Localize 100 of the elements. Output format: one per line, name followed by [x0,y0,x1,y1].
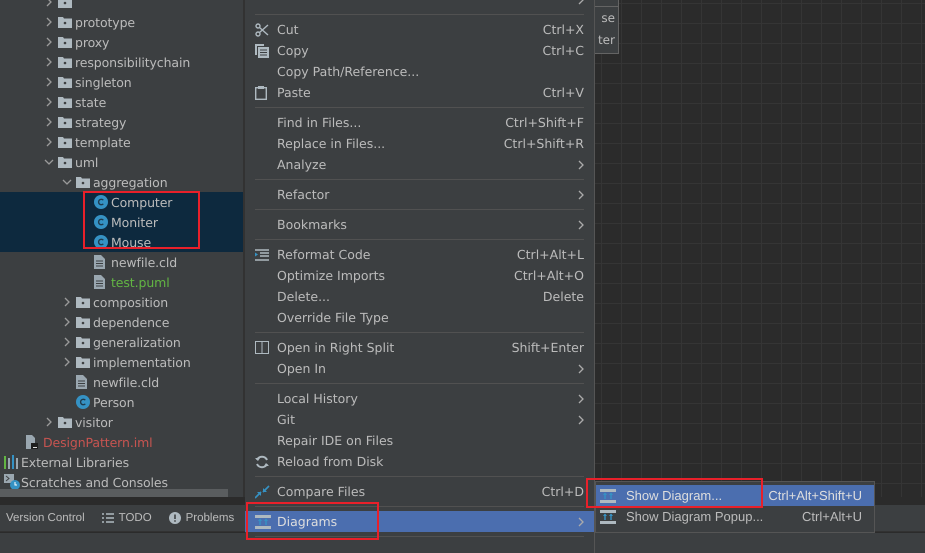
folder-icon [76,316,90,328]
tree-row[interactable]: responsibilitychain [0,52,243,72]
class-icon [76,395,90,409]
tree-item-label: implementation [93,354,191,370]
tree-item-label: Computer [111,194,172,210]
class-icon [94,215,108,229]
tree-row[interactable]: implementation [0,352,243,372]
tree-item-label: aggregation [93,174,168,190]
tree-item-label: Scratches and Consoles [21,474,168,490]
file-icon [94,275,105,289]
tree-row[interactable]: test.puml [0,272,243,292]
tree-row[interactable]: newfile.cld [0,252,243,272]
tree-item-label: singleton [75,74,132,90]
tool-window-tab[interactable]: Problems [168,512,234,524]
tree-row[interactable]: Computer [0,192,243,212]
tree-item-label: strategy [75,114,126,130]
folder-icon [76,176,90,188]
folder-icon [58,76,72,88]
exclamation-icon [168,512,181,524]
tree-row[interactable]: Person [0,392,243,412]
clipboard-icon [255,86,267,100]
diagram-icon [600,510,616,524]
tree-item-label: prototype [75,14,136,30]
menu-item[interactable]: Open In [245,358,594,379]
folder-icon [58,136,72,148]
menu-item[interactable]: Refactor [245,184,594,205]
menu-item[interactable]: Override File Type [245,307,594,328]
menu-item[interactable]: Copy Ctrl+C [245,40,594,61]
menu-item[interactable]: Reformat Code Ctrl+Alt+L [245,244,594,265]
menu-item[interactable]: Compare Files Ctrl+D [245,481,594,502]
menu-item[interactable]: Bookmarks [245,214,594,235]
tree-row[interactable]: prototype [0,12,243,32]
folder-icon [58,36,72,48]
folder-icon [58,416,72,428]
tree-row[interactable]: Scratches and Consoles [0,472,243,492]
tree-item-label: Person [93,394,134,410]
tree-item-label: test.puml [111,274,170,290]
tree-item-label: composition [93,294,168,310]
chevron-right-icon[interactable] [44,417,54,427]
tool-window-tab[interactable]: Version Control [6,512,85,524]
menu-item[interactable]: Copy Path/Reference... [245,61,594,82]
tree-row[interactable]: dependence [0,312,243,332]
tree-row[interactable]: Mouse [0,232,243,252]
popup-text: se [600,10,616,27]
menu-item[interactable]: Reload from Disk [245,451,594,472]
tree-row[interactable]: state [0,92,243,112]
folder-icon [58,156,72,168]
folder-icon [58,56,72,68]
menu-item[interactable]: Find in Files... Ctrl+Shift+F [245,112,594,133]
menu-item[interactable]: Optimize Imports Ctrl+Alt+O [245,265,594,286]
tree-item-label: proxy [75,34,110,50]
tree-item-label: template [75,134,131,150]
tree-item-label: newfile.cld [111,254,178,270]
tree-item-label: Moniter [111,214,158,230]
diagram-icon [600,488,616,502]
tool-window-tab[interactable]: TODO [102,512,152,524]
file-icon [76,375,87,389]
submenu-item[interactable]: Show Diagram... Ctrl+Alt+Shift+U [596,485,874,506]
tree-item-label: External Libraries [21,454,130,470]
tree-row[interactable]: newfile.cld [0,372,243,392]
tree-row[interactable]: External Libraries [0,452,243,472]
tree-item-label: DesignPattern.iml [43,434,153,450]
menu-item[interactable]: Cut Ctrl+X [245,19,594,40]
tree-item-label: visitor [75,414,113,430]
folder-icon [58,16,72,28]
tree-row[interactable]: generalization [0,332,243,352]
menu-item[interactable]: Analyze [245,154,594,175]
scissors-icon [255,22,269,36]
menu-item[interactable]: Diagrams [245,511,594,532]
tree-row[interactable]: aggregation [0,172,243,192]
folder-icon [76,296,90,308]
tree-item-label: responsibilitychain [75,54,190,70]
tree-item-label: uml [75,154,98,170]
libraries-icon [4,455,19,469]
tree-item-label: Mouse [111,234,152,250]
split-view-icon [255,341,269,354]
tree-row[interactable]: uml [0,152,243,172]
file-icon [94,255,105,269]
menu-item[interactable]: Local History [245,388,594,409]
menu-item[interactable]: Open in Right Split Shift+Enter [245,337,594,358]
tree-row[interactable]: singleton [0,72,243,92]
submenu-item[interactable]: Show Diagram Popup... Ctrl+Alt+U [596,506,874,527]
tree-item-label: generalization [93,334,181,350]
tree-row[interactable]: composition [0,292,243,312]
menu-item[interactable]: Git [245,409,594,430]
tree-row[interactable]: template [0,132,243,152]
menu-item[interactable]: Repair IDE on Files [245,430,594,451]
tree-row[interactable]: proxy [0,32,243,52]
folder-icon [76,356,90,368]
tree-row[interactable]: visitor [0,412,243,432]
popup-text: ter [596,32,616,49]
tree-row[interactable]: strategy [0,112,243,132]
menu-item[interactable]: Delete... Delete [245,286,594,307]
tree-item-label: newfile.cld [93,374,160,390]
diagram-icon [255,514,271,528]
menu-item[interactable]: Replace in Files... Ctrl+Shift+R [245,133,594,154]
menu-item[interactable]: Paste Ctrl+V [245,82,594,103]
tree-item-label: dependence [93,314,170,330]
horizontal-scrollbar[interactable] [0,489,228,497]
tree-row[interactable]: Moniter [0,212,243,232]
